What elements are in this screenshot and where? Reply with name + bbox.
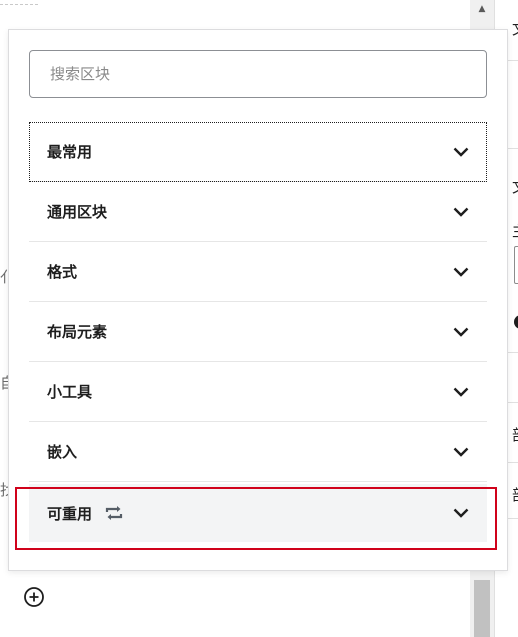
add-block-icon xyxy=(24,587,44,607)
sidebar-text-fragment: 文 xyxy=(512,176,518,197)
block-category-list: 最常用 通用区块 格式 布局元素 小工具 嵌入 可重用 xyxy=(29,122,487,542)
panel-label: 最常用 xyxy=(47,143,93,161)
block-inserter-popover: 最常用 通用区块 格式 布局元素 小工具 xyxy=(8,29,508,571)
sidebar-text-fragment: 部 xyxy=(512,484,518,505)
panel-label: 可重用 xyxy=(47,504,93,523)
panel-label: 通用区块 xyxy=(47,203,108,221)
panel-reusable[interactable]: 可重用 xyxy=(29,484,487,542)
sidebar-input-fragment[interactable] xyxy=(514,246,518,284)
chevron-down-icon xyxy=(453,147,469,157)
background-block-outline xyxy=(0,0,38,5)
scroll-up-arrow-icon[interactable]: ▲ xyxy=(470,0,494,18)
search-field[interactable] xyxy=(29,50,487,98)
background-text-fragment: 自 xyxy=(0,374,8,392)
background-text-fragment: 找 xyxy=(0,481,8,499)
background-text-fragment: 亻 xyxy=(0,268,8,286)
panel-common-blocks[interactable]: 通用区块 xyxy=(29,182,487,242)
chevron-down-icon xyxy=(453,508,469,518)
chevron-down-icon xyxy=(453,387,469,397)
chevron-down-icon xyxy=(453,207,469,217)
reusable-icon xyxy=(104,505,124,521)
panel-label: 嵌入 xyxy=(47,443,78,461)
scrollbar-thumb[interactable] xyxy=(474,580,490,637)
search-blocks-input[interactable] xyxy=(30,51,486,97)
sidebar-text-fragment: 主 xyxy=(512,220,518,241)
chevron-down-icon xyxy=(453,267,469,277)
panel-label: 布局元素 xyxy=(47,323,108,341)
panel-label: 格式 xyxy=(47,263,78,281)
panel-most-used[interactable]: 最常用 xyxy=(29,122,487,182)
panel-widgets[interactable]: 小工具 xyxy=(29,362,487,422)
panel-formatting[interactable]: 格式 xyxy=(29,242,487,302)
sidebar-text-fragment: 部 xyxy=(512,424,518,445)
chevron-down-icon xyxy=(453,327,469,337)
panel-layout-elements[interactable]: 布局元素 xyxy=(29,302,487,362)
panel-label: 小工具 xyxy=(47,383,93,401)
add-block-button[interactable] xyxy=(22,585,46,609)
panel-embeds[interactable]: 嵌入 xyxy=(29,422,487,482)
chevron-down-icon xyxy=(453,447,469,457)
sidebar-text-fragment: 文 xyxy=(512,18,518,39)
